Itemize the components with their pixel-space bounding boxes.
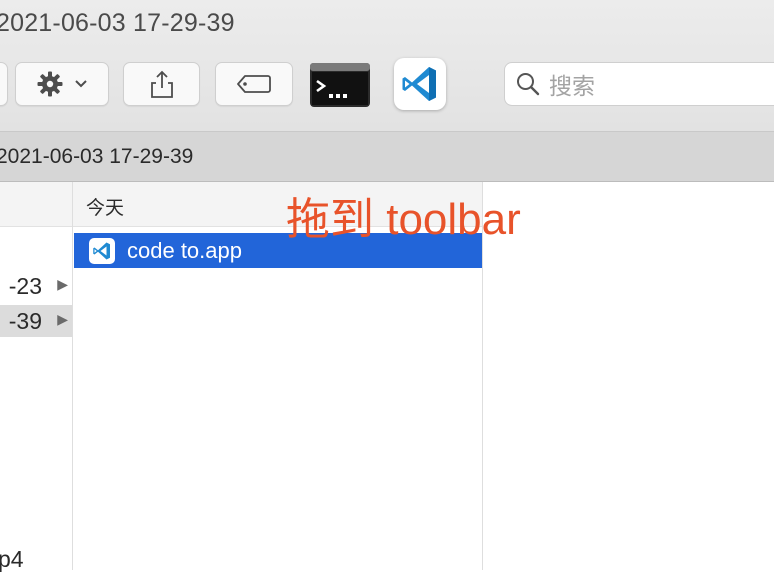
share-button[interactable]	[123, 62, 200, 106]
search-icon	[517, 73, 540, 96]
gear-icon	[37, 71, 63, 97]
vscode-icon	[402, 67, 436, 101]
tag-icon	[237, 75, 271, 93]
tags-button[interactable]	[215, 62, 293, 106]
disclosure-arrow-icon: ▶	[57, 276, 68, 292]
search-field[interactable]: 搜索	[504, 62, 774, 106]
group-header-today: 今天	[86, 198, 125, 219]
vscode-app-icon[interactable]	[394, 58, 446, 110]
share-icon	[150, 70, 173, 98]
search-placeholder: 搜索	[549, 73, 595, 99]
terminal-app-icon[interactable]	[309, 62, 371, 108]
file-label-partial[interactable]: p4	[0, 546, 24, 573]
action-menu-button[interactable]	[15, 62, 109, 106]
vscode-icon	[89, 237, 115, 264]
list-item-selected[interactable]: -39 ▶	[0, 305, 72, 337]
column1-header	[0, 182, 72, 227]
chevron-down-icon	[75, 80, 87, 88]
window-title: 2021-06-03 17-29-39	[0, 9, 235, 37]
path-title: 2021-06-03 17-29-39	[0, 145, 194, 168]
folder-label: -39	[8, 308, 42, 334]
list-item[interactable]: -23 ▶	[0, 270, 72, 302]
window-toolbar: 2021-06-03 17-29-39 搜索	[0, 0, 774, 132]
toolbar-partial-button[interactable]	[0, 62, 8, 106]
folder-label: -23	[8, 273, 42, 299]
disclosure-arrow-icon: ▶	[57, 311, 68, 327]
column-divider[interactable]	[72, 182, 73, 570]
file-name: code to.app	[127, 237, 242, 263]
path-tab-bar: 2021-06-03 17-29-39	[0, 132, 774, 182]
annotation-text: 拖到 toolbar	[286, 195, 521, 244]
